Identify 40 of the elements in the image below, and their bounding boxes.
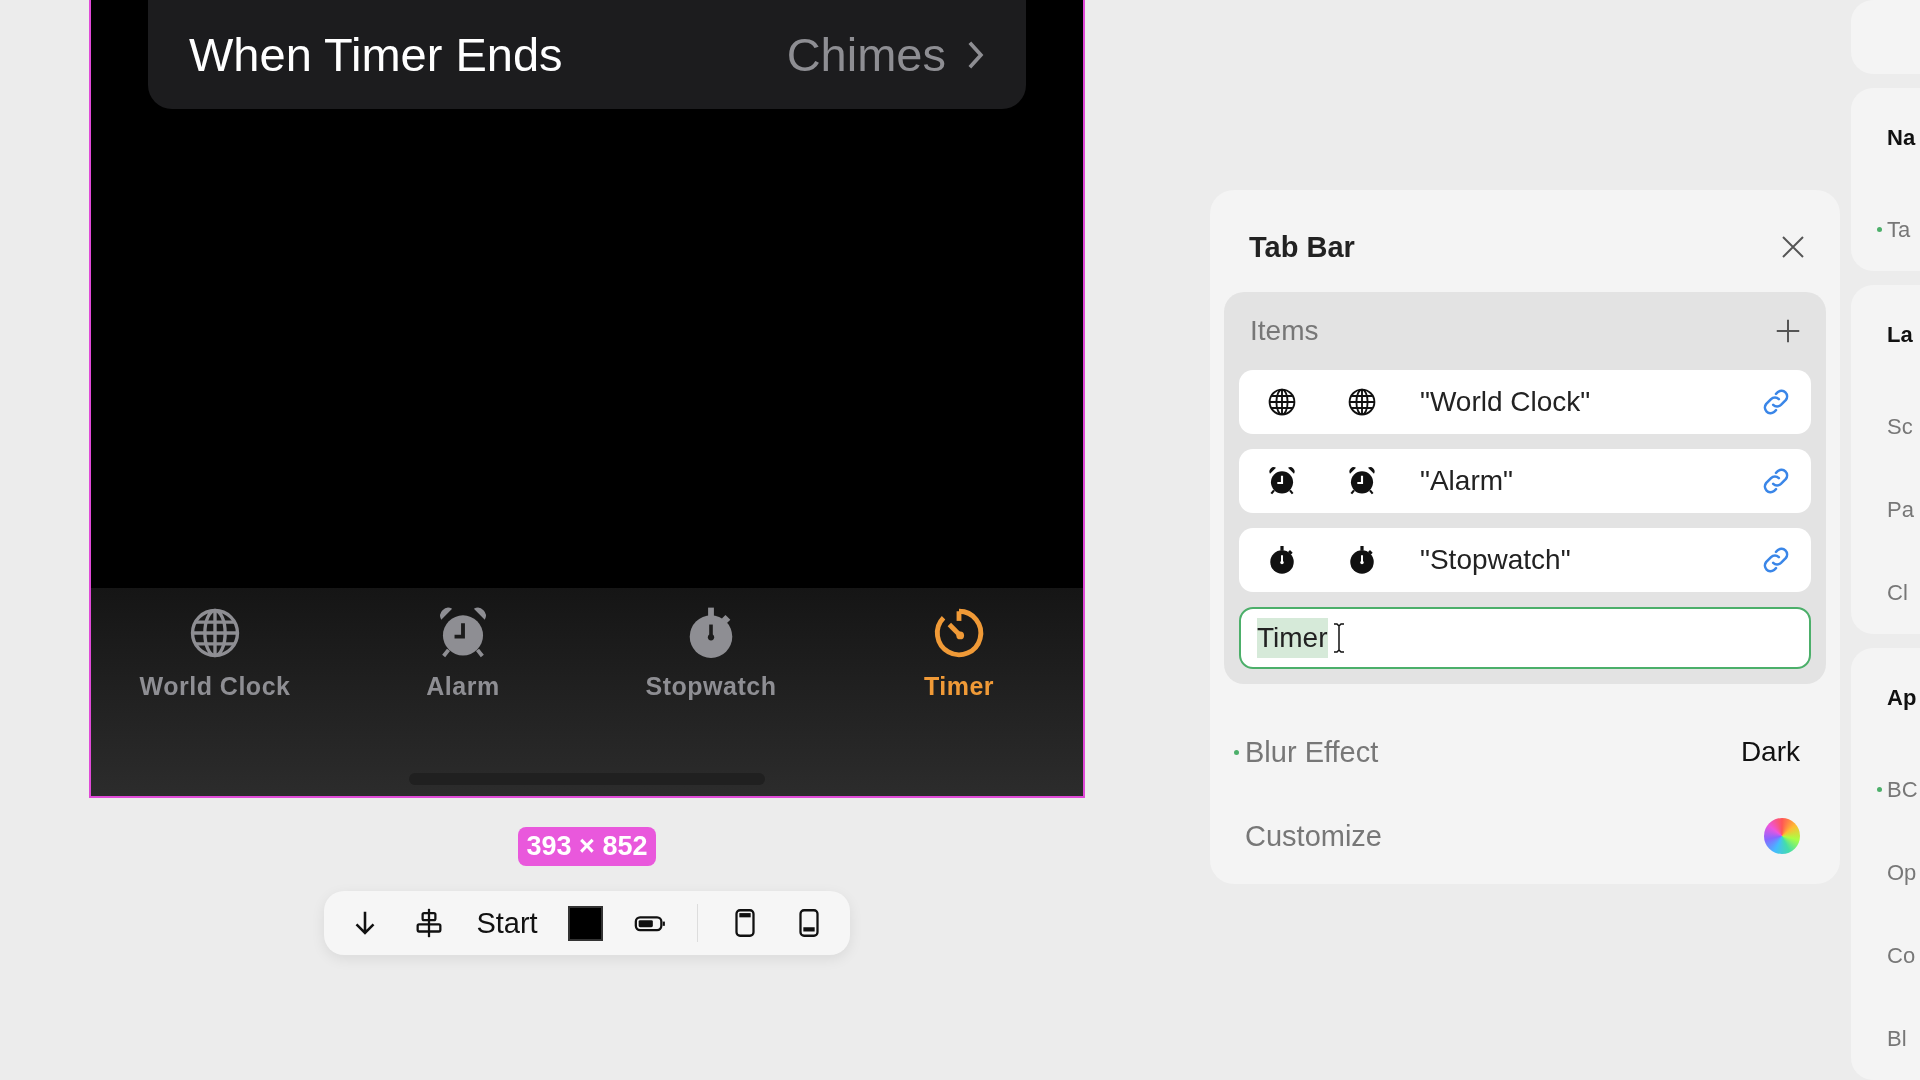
property-label: Bl	[1887, 1025, 1907, 1052]
item-title: "Stopwatch"	[1420, 544, 1572, 576]
property-label: Customize	[1245, 819, 1383, 853]
settings-label: When Timer Ends	[189, 27, 564, 82]
section-title: Ap	[1886, 684, 1918, 712]
tab-item-row[interactable]: "Alarm"	[1239, 449, 1811, 513]
property-value[interactable]: Dark	[1740, 736, 1800, 768]
color-swatch[interactable]	[567, 905, 603, 941]
color-wheel-icon[interactable]	[1764, 818, 1800, 854]
property-label: Sc	[1887, 413, 1913, 440]
property-label: Pa	[1887, 496, 1914, 523]
start-button[interactable]: Start	[476, 906, 538, 940]
property-label: Op	[1887, 859, 1917, 886]
tab-item-row[interactable]: "Stopwatch"	[1239, 528, 1811, 592]
section-title: Na	[1886, 124, 1917, 152]
tab[interactable]: Alarm	[339, 604, 587, 701]
item-title: "World Clock"	[1420, 386, 1592, 418]
item-title: "Alarm"	[1420, 465, 1514, 497]
alarm-clock-icon	[1346, 465, 1378, 497]
size-badge: 393 × 852	[517, 827, 657, 866]
property-label: Co	[1887, 942, 1916, 969]
tab[interactable]: Timer	[835, 604, 1083, 701]
panel-title: Tab Bar	[1249, 230, 1355, 264]
property-label: Cl	[1887, 579, 1908, 606]
text-cursor-icon	[1331, 622, 1346, 654]
settings-row[interactable]: When Timer Ends Chimes	[148, 0, 1026, 109]
alarm-clock-icon	[1266, 465, 1298, 497]
globe-icon	[1346, 386, 1378, 418]
field-value: Timer	[1257, 618, 1328, 658]
tab[interactable]: Stopwatch	[587, 604, 835, 701]
property-label: Ta	[1887, 216, 1911, 243]
property-label: Blur Effect	[1245, 735, 1380, 769]
tab-item-row[interactable]: "World Clock"	[1239, 370, 1811, 434]
section-title: La	[1886, 321, 1914, 349]
text-field[interactable]: Timer	[1239, 607, 1811, 669]
section-title: Items	[1250, 315, 1319, 347]
globe-icon	[1266, 386, 1298, 418]
settings-value: Chimes	[786, 27, 946, 82]
property-label: BC	[1887, 776, 1918, 803]
tab[interactable]: World Clock	[91, 604, 339, 701]
